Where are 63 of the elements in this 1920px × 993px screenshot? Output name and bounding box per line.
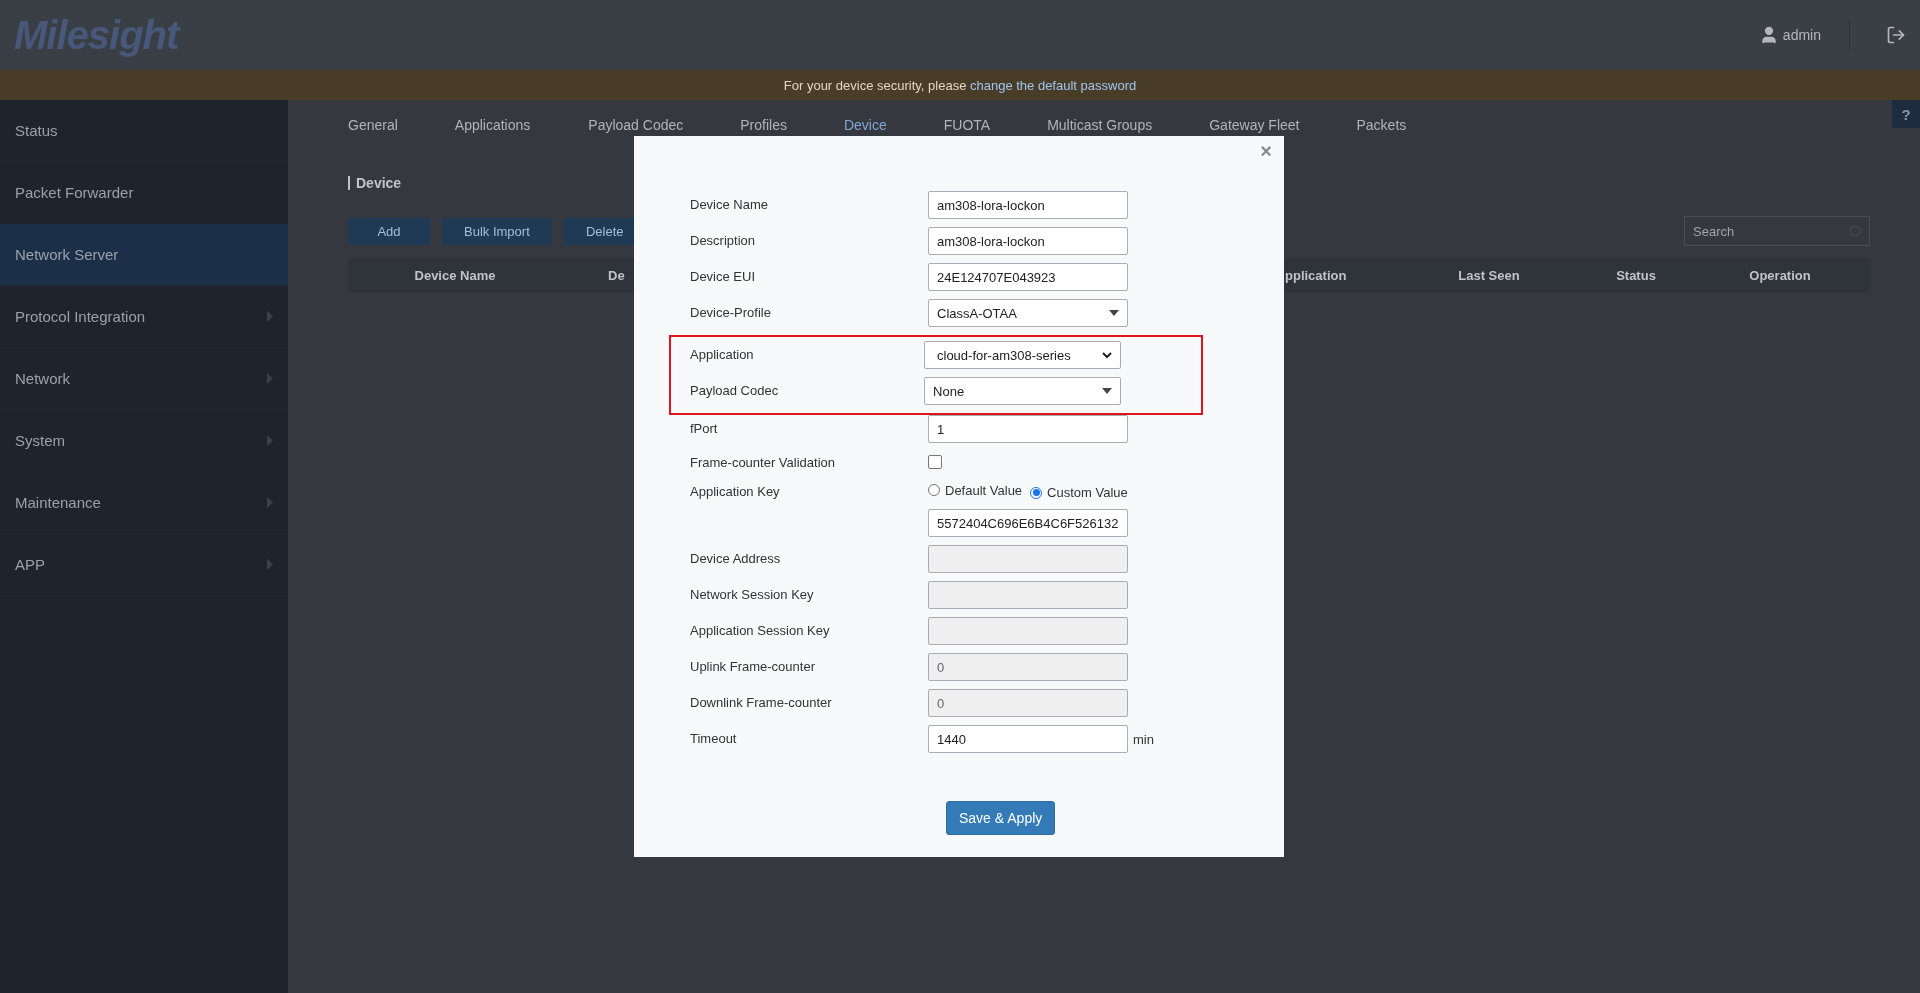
- field-label: Device EUI: [690, 269, 756, 284]
- column-header: Operation: [1749, 268, 1811, 283]
- sidebar-item[interactable]: Status: [0, 100, 288, 162]
- field-label: Downlink Frame-counter: [690, 695, 832, 710]
- field-label: Network Session Key: [690, 587, 814, 602]
- input-field[interactable]: 1440: [928, 725, 1128, 753]
- close-button[interactable]: ×: [1256, 140, 1276, 163]
- caret-icon: [1109, 310, 1119, 316]
- field-label: Device Address: [690, 551, 781, 566]
- sidebar-item[interactable]: Network: [0, 348, 288, 410]
- field-label: Payload Codec: [690, 383, 779, 398]
- field-label: Frame-counter Validation: [690, 454, 835, 470]
- column-header: Status: [1616, 268, 1656, 283]
- field-label: Uplink Frame-counter: [690, 659, 815, 674]
- dropdown[interactable]: cloud-for-am308-series: [924, 341, 1121, 369]
- chevron-icon: [1102, 351, 1112, 359]
- field-label: Application Session Key: [690, 623, 830, 638]
- field-label: Application: [690, 347, 754, 362]
- sidebar-item[interactable]: System: [0, 410, 288, 472]
- unit-label: min: [1133, 731, 1154, 747]
- tab[interactable]: Applications: [454, 117, 531, 133]
- column-header: Last Seen: [1458, 268, 1520, 283]
- toolbar-button[interactable]: Bulk Import: [442, 217, 552, 245]
- input-field[interactable]: am308-lora-lockon: [928, 191, 1128, 219]
- input-field[interactable]: 5572404C696E6B4C6F526132: [928, 509, 1128, 537]
- dropdown[interactable]: None: [924, 377, 1121, 405]
- field-label: Description: [690, 233, 756, 248]
- tab[interactable]: FUOTA: [943, 117, 991, 133]
- column-header: pplication: [1285, 268, 1347, 283]
- dropdown[interactable]: ClassA-OTAA: [928, 299, 1128, 327]
- caret-icon: [1102, 388, 1112, 394]
- save-apply-button[interactable]: Save & Apply: [946, 801, 1056, 835]
- search-field[interactable]: Search: [1684, 216, 1870, 246]
- checkbox[interactable]: [928, 455, 942, 469]
- field-label: Timeout: [690, 731, 737, 746]
- sidebar-item[interactable]: APP: [0, 534, 288, 596]
- tab[interactable]: Profiles: [740, 117, 787, 133]
- tab[interactable]: Multicast Groups: [1047, 117, 1153, 133]
- logout-icon[interactable]: [1886, 25, 1906, 45]
- field-label: Device-Profile: [690, 305, 771, 320]
- column-header: De: [608, 268, 625, 283]
- security-notice: For your device security, please change the default password: [783, 77, 1137, 93]
- sidebar-item[interactable]: Protocol Integration: [0, 286, 288, 348]
- column-header: Device Name: [414, 268, 496, 283]
- username[interactable]: admin: [1782, 27, 1821, 43]
- field-label: fPort: [690, 421, 718, 436]
- radio-option[interactable]: Default Value: [928, 482, 1023, 498]
- radio-option[interactable]: Custom Value: [1030, 485, 1128, 500]
- toolbar-button[interactable]: Add: [348, 217, 430, 245]
- tab[interactable]: Packets: [1356, 117, 1407, 133]
- sidebar-item[interactable]: Network Server: [0, 224, 288, 286]
- link[interactable]: change the default password: [969, 77, 1137, 93]
- input-field[interactable]: am308-lora-lockon: [928, 227, 1128, 255]
- input-field[interactable]: 1: [928, 415, 1128, 443]
- tab[interactable]: General: [348, 117, 398, 133]
- tab[interactable]: Device: [843, 117, 887, 133]
- tab[interactable]: Gateway Fleet: [1209, 117, 1300, 133]
- help-button[interactable]: ?: [1892, 100, 1920, 128]
- field-label: Device Name: [690, 197, 769, 212]
- field-label: Application Key: [690, 483, 780, 499]
- input-field[interactable]: 24E124707E043923: [928, 263, 1128, 291]
- sidebar-item[interactable]: Maintenance: [0, 472, 288, 534]
- tab[interactable]: Payload Codec: [588, 117, 684, 133]
